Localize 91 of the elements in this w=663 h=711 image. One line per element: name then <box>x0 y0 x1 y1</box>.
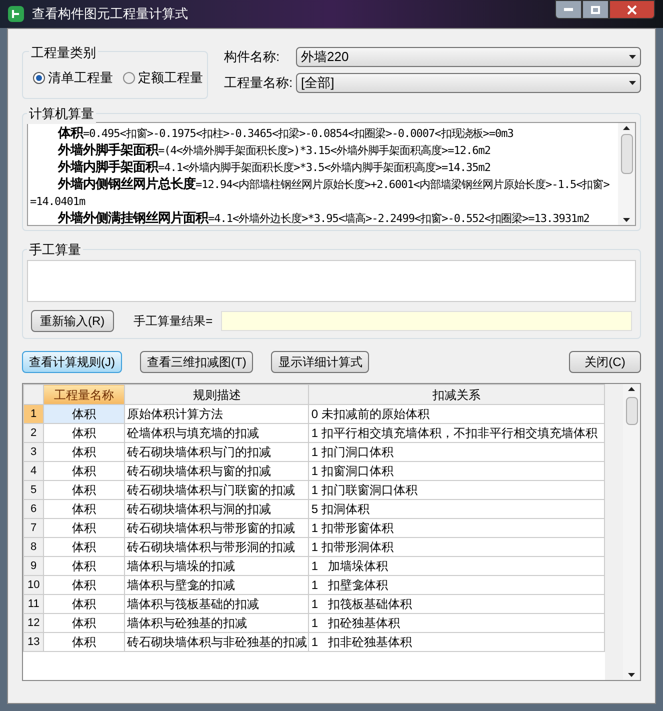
input-field[interactable] <box>27 260 636 302</box>
button[interactable]: 显示详细计算式 <box>271 351 370 373</box>
formula-text: 外墙外脚手架面积=(4<外墙外脚手架面积长度>)*3.15<外墙外脚手架面积高度>=12.6m2 <box>56 142 492 159</box>
table-cell: 墙体积与壁龛的扣减 <box>124 576 309 594</box>
table-cell: 砖石砌块墙体积与带形洞的扣减 <box>124 538 309 556</box>
table-cell: 5 扣洞体积 <box>308 500 604 518</box>
table-cell: 原始体积计算方法 <box>124 404 309 424</box>
field-label: 构件名称: <box>224 48 281 66</box>
button[interactable]: 查看计算规则(J) <box>22 351 122 373</box>
table-cell: 体积 <box>44 480 125 500</box>
app-icon <box>8 6 24 22</box>
row-header[interactable]: 13 <box>24 632 44 652</box>
table-cell: 体积 <box>44 632 125 652</box>
scroll-thumb[interactable] <box>626 397 638 425</box>
table-cell: 砼墙体积与填充墙的扣减 <box>124 424 309 442</box>
row-header[interactable]: 9 <box>24 556 44 576</box>
formula-text: 外墙外侧满挂钢丝网片面积=4.1<外墙外边长度>*3.95<墙高>-2.2499<扣窗>-0.552<扣圈梁>=13.3931m2 <box>56 210 590 225</box>
button[interactable]: 关闭(C) <box>569 351 641 373</box>
table-cell: 1 扣窗洞口体积 <box>308 462 604 480</box>
result-field[interactable] <box>220 311 632 331</box>
table-cell: 1 扣砼独基体积 <box>308 614 604 632</box>
table-cell: 1 扣带形洞体积 <box>308 538 604 556</box>
table-cell: 体积 <box>44 442 125 462</box>
dropdown[interactable]: [全部] <box>296 73 641 93</box>
formula-text: 外墙内侧钢丝网片总长度=12.94<内部墙柱钢丝网片原始长度>+2.6001<内部墙梁钢丝网片原始长度>-1.5<扣窗>=14.0401m <box>29 176 610 210</box>
row-header[interactable]: 4 <box>24 462 44 480</box>
formula-text: 外墙内脚手架面积=4.1<外墙内脚手架面积长度>*3.5<外墙内脚手架面积高度>=14.35m2 <box>56 159 492 176</box>
row-header[interactable]: 11 <box>24 594 44 614</box>
close-button[interactable] <box>609 0 655 19</box>
scroll-up-icon <box>623 126 630 130</box>
scroll-up-icon <box>628 387 635 391</box>
table-cell: 砖石砌块墙体积与非砼独基的扣减 <box>124 632 309 652</box>
table-cell: 1 扣带形窗体积 <box>308 518 604 538</box>
table-cell: 体积 <box>44 556 125 576</box>
table-cell: 1 加墙垛体积 <box>308 556 604 576</box>
table-cell: 体积 <box>44 500 125 518</box>
scroll-thumb[interactable] <box>620 134 632 174</box>
table-cell: 体积 <box>44 538 125 556</box>
row-header[interactable]: 10 <box>24 576 44 594</box>
radio-button[interactable]: 定额工程量 <box>123 68 203 88</box>
scrollbar[interactable] <box>623 384 640 680</box>
formula-text: 体积=0.495<扣窗>-0.1975<扣柱>-0.3465<扣梁>-0.0854<扣圈梁>-0.0007<扣现浇板>=0m3 <box>56 125 514 142</box>
table-cell: 1 扣筏板基础体积 <box>308 594 604 614</box>
scroll-down-icon <box>628 673 635 677</box>
window-title: 查看构件图元工程量计算式 <box>32 5 188 24</box>
table-cell: 墙体积与墙垛的扣减 <box>124 556 309 576</box>
column-header[interactable]: 扣减关系 <box>308 384 604 404</box>
group-label: 计算机算量 <box>27 104 96 124</box>
radio-button[interactable]: 清单工程量 <box>33 68 113 88</box>
button[interactable]: 查看三维扣减图(T) <box>140 351 254 373</box>
table-cell: 砖石砌块墙体积与门联窗的扣减 <box>124 480 309 500</box>
reset-button[interactable]: 重新输入(R) <box>31 310 114 332</box>
table-cell: 体积 <box>44 424 125 442</box>
table-cell: 1 扣平行相交填充墙体积，不扣非平行相交填充墙体积 <box>308 424 604 442</box>
dropdown-arrow-icon <box>629 81 636 85</box>
result-label: 手工算量结果= <box>134 313 213 330</box>
table-cell: 1 扣门洞口体积 <box>308 442 604 462</box>
column-header[interactable]: 工程量名称 <box>44 384 125 404</box>
table-cell: 1 扣非砼独基体积 <box>308 632 604 652</box>
table-cell: 砖石砌块墙体积与窗的扣减 <box>124 462 309 480</box>
table-cell: 体积 <box>44 594 125 614</box>
row-header[interactable]: 1 <box>24 404 44 424</box>
table-cell: 砖石砌块墙体积与带形窗的扣减 <box>124 518 309 538</box>
field-label: 工程量名称: <box>224 74 290 92</box>
table-cell: 1 扣壁龛体积 <box>308 576 604 594</box>
table-cell: 0 未扣减前的原始体积 <box>308 404 604 424</box>
table-cell: 体积 <box>44 462 125 480</box>
dropdown-arrow-icon <box>629 55 636 59</box>
row-header[interactable]: 3 <box>24 442 44 462</box>
table-cell: 砖石砌块墙体积与门的扣减 <box>124 442 309 462</box>
table-cell: 体积 <box>44 576 125 594</box>
row-header[interactable]: 2 <box>24 424 44 442</box>
table-cell: 体积 <box>44 518 125 538</box>
scroll-down-icon <box>623 218 630 222</box>
scrollbar[interactable] <box>618 123 635 225</box>
table-cell: 体积 <box>44 614 125 632</box>
row-header[interactable]: 8 <box>24 538 44 556</box>
close-icon <box>627 4 637 14</box>
table-cell: 体积 <box>44 404 125 424</box>
minimize-button[interactable] <box>555 0 582 19</box>
table-cell: 砖石砌块墙体积与洞的扣减 <box>124 500 309 518</box>
maximize-button[interactable] <box>582 0 609 19</box>
row-header[interactable]: 6 <box>24 500 44 518</box>
row-header[interactable]: 5 <box>24 480 44 500</box>
dropdown[interactable]: 外墙220 <box>296 47 641 67</box>
table-cell: 墙体积与砼独基的扣减 <box>124 614 309 632</box>
row-header[interactable]: 12 <box>24 614 44 632</box>
table-cell: 1 扣门联窗洞口体积 <box>308 480 604 500</box>
table-cell: 墙体积与筏板基础的扣减 <box>124 594 309 614</box>
row-header[interactable]: 7 <box>24 518 44 538</box>
column-header[interactable]: 规则描述 <box>124 384 309 404</box>
